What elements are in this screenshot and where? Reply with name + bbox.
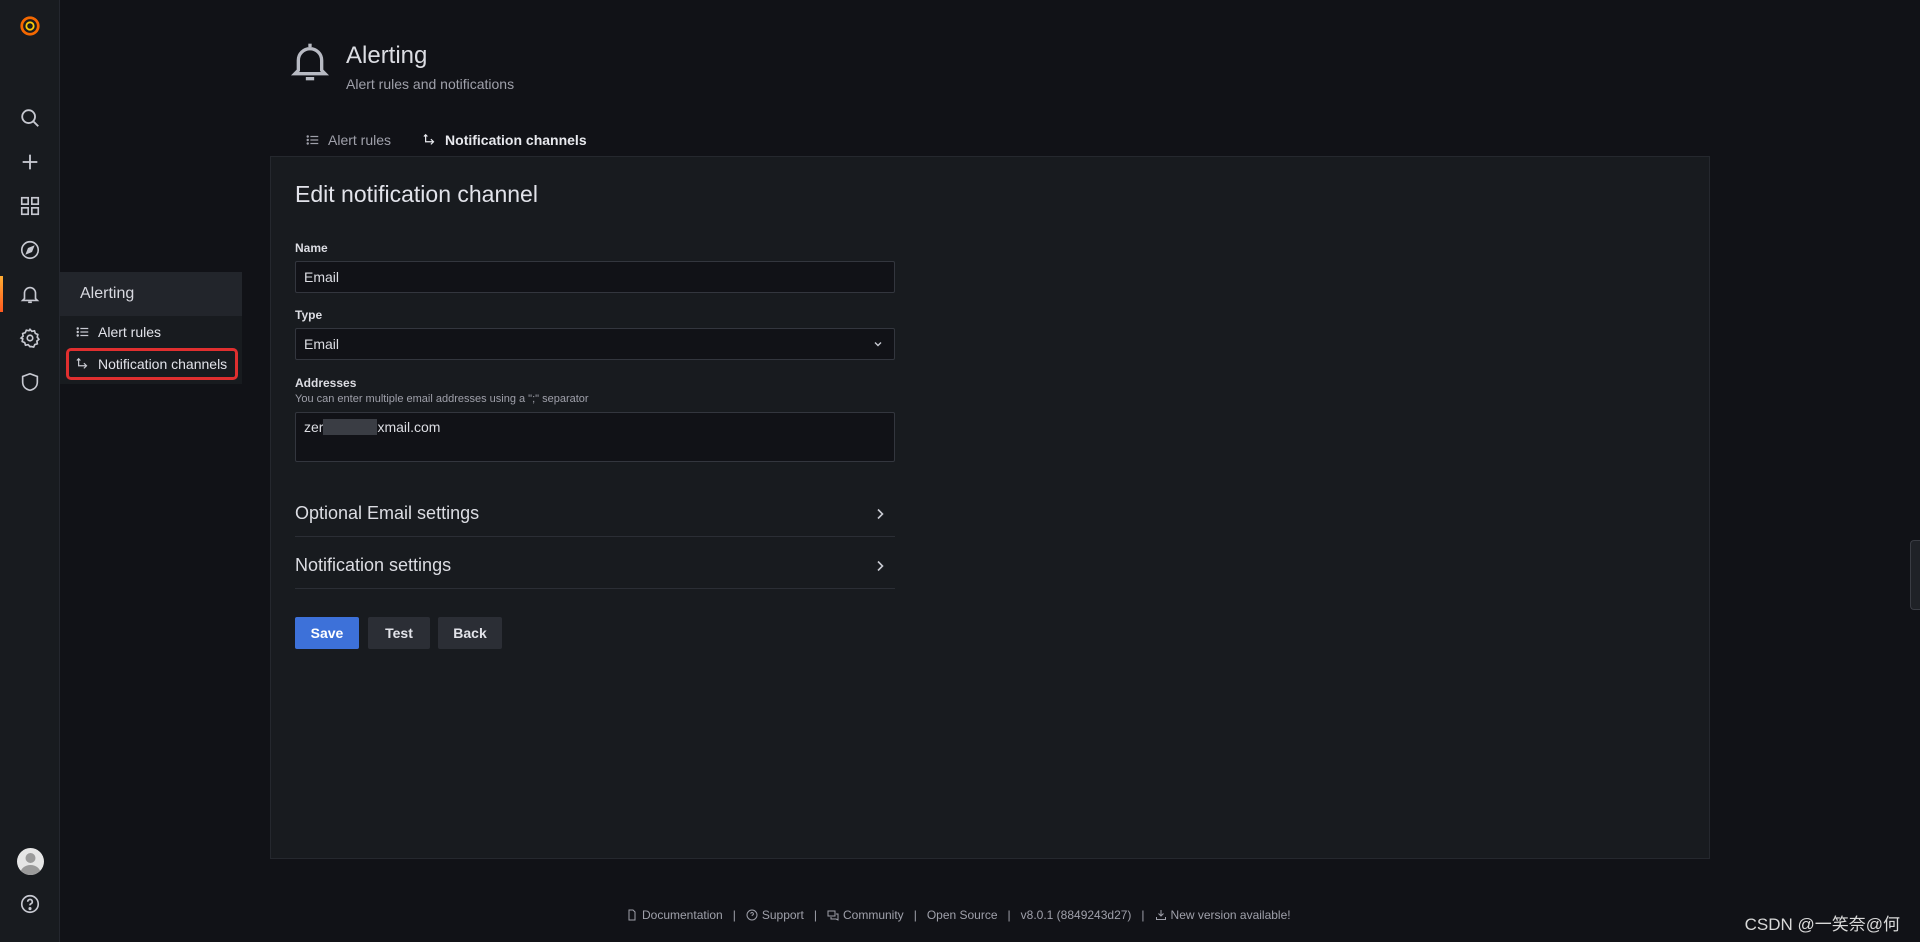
tab-label: Alert rules [328, 132, 392, 148]
addresses-label: Addresses [295, 376, 357, 390]
document-icon [628, 909, 636, 921]
submenu-item-label: Alert rules [98, 324, 162, 340]
chevron-down-icon [874, 342, 882, 347]
footer-version: v8.0.1 (8849243d27) [1021, 908, 1132, 922]
footer-separator: | [913, 908, 917, 922]
type-value: Email [304, 336, 340, 352]
addresses-description: You can enter multiple email addresses u… [295, 393, 589, 405]
addresses-suffix: xmail.com [377, 419, 441, 435]
save-button[interactable]: Save [295, 617, 359, 649]
name-label: Name [295, 241, 328, 255]
footer-new-version-link[interactable]: New version available! [1155, 908, 1291, 922]
channel-icon [423, 133, 435, 145]
question-circle-icon [746, 909, 758, 921]
bell-icon [290, 40, 330, 89]
help-icon[interactable] [0, 882, 60, 926]
footer-open-source-link[interactable]: Open Source [927, 908, 998, 922]
shield-icon[interactable] [0, 360, 60, 404]
footer-separator: | [1007, 908, 1011, 922]
content-panel: Edit notification channel Name Email Typ… [270, 156, 1710, 859]
avatar[interactable] [17, 848, 44, 875]
addresses-field[interactable]: zer xmail.com [295, 412, 895, 462]
form-title: Edit notification channel [295, 181, 538, 207]
footer-documentation-link[interactable]: Documentation [626, 908, 723, 922]
page-title: Alerting [346, 42, 428, 69]
submenu-item-label: Notification channels [98, 356, 228, 372]
optional-email-settings-toggle[interactable]: Optional Email settings [295, 491, 895, 537]
explore-icon[interactable] [0, 228, 60, 272]
footer-new-version-label: New version available! [1170, 908, 1291, 922]
back-button[interactable]: Back [438, 617, 502, 649]
tab-notification-channels[interactable]: Notification channels [407, 124, 603, 159]
footer-separator: | [732, 908, 736, 922]
chevron-right-icon [877, 508, 884, 519]
grafana-logo-icon[interactable] [0, 4, 60, 48]
dashboards-icon[interactable] [0, 184, 60, 228]
footer-community-label: Community [843, 908, 904, 922]
watermark: CSDN @‪一笑奈@何 [1744, 915, 1900, 934]
download-icon [1155, 910, 1166, 920]
submenu-title[interactable]: Alerting [60, 272, 242, 316]
comments-icon [827, 910, 839, 921]
addresses-prefix: zer [304, 419, 324, 435]
tab-alert-rules[interactable]: Alert rules [290, 124, 407, 156]
footer-version-label: v8.0.1 (8849243d27) [1020, 908, 1132, 922]
optional-email-settings-label: Optional Email settings [295, 503, 480, 523]
name-field[interactable]: Email [295, 261, 895, 293]
gear-icon[interactable] [0, 316, 60, 360]
footer-support-label: Support [761, 908, 804, 922]
footer: Documentation | Support | Community | Op… [626, 908, 1291, 922]
notification-settings-label: Notification settings [295, 555, 452, 575]
footer-separator: | [1141, 908, 1145, 922]
footer-community-link[interactable]: Community [827, 908, 904, 922]
submenu-item-alert-rules[interactable]: Alert rules [66, 318, 238, 346]
tab-bar: Alert rules Notification channels [290, 124, 603, 159]
plus-icon[interactable] [0, 140, 60, 184]
name-value: Email [304, 269, 340, 285]
notification-settings-toggle[interactable]: Notification settings [295, 543, 895, 589]
scroll-indicator[interactable] [1910, 540, 1920, 610]
footer-documentation-label: Documentation [642, 908, 723, 922]
chevron-right-icon [877, 560, 884, 571]
redacted-block [323, 419, 378, 435]
type-select[interactable]: Email [295, 328, 895, 360]
footer-support-link[interactable]: Support [746, 908, 804, 922]
submenu-item-notification-channels[interactable]: Notification channels [66, 348, 238, 380]
footer-separator: | [813, 908, 817, 922]
search-icon[interactable] [0, 96, 60, 140]
type-label: Type [295, 308, 323, 322]
sidebar [0, 0, 60, 942]
channel-icon [76, 357, 88, 369]
tab-label: Notification channels [445, 132, 587, 148]
list-icon [76, 327, 89, 337]
page-header: Alerting Alert rules and notifications [290, 40, 514, 92]
alerting-submenu: Alerting Alert rules Notification channe… [60, 272, 242, 384]
test-button[interactable]: Test [368, 617, 430, 649]
bell-icon[interactable] [0, 272, 60, 316]
list-icon [306, 135, 319, 145]
footer-open-source-label: Open Source [926, 908, 998, 922]
page-subtitle: Alert rules and notifications [346, 76, 515, 92]
